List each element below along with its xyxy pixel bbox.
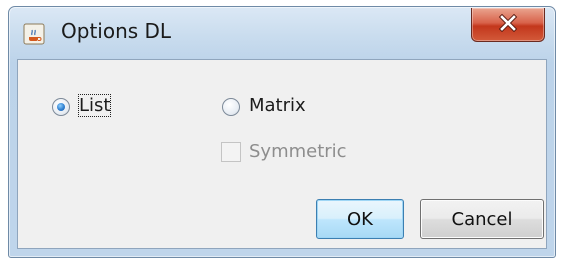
window-title: Options DL — [61, 19, 172, 43]
java-cup-icon — [23, 23, 45, 45]
symmetric-checkbox — [221, 142, 241, 162]
dialog-content: List Matrix Symmetric OK Cancel — [17, 59, 547, 249]
symmetric-checkbox-label: Symmetric — [249, 141, 347, 162]
dialog-window: Options DL List Matrix Symmetric OK Canc… — [8, 6, 556, 258]
close-icon — [498, 13, 518, 36]
close-button[interactable] — [471, 8, 545, 42]
list-radio-label[interactable]: List — [77, 94, 112, 117]
matrix-radio[interactable] — [222, 98, 240, 116]
cancel-button[interactable]: Cancel — [420, 199, 544, 239]
ok-button[interactable]: OK — [316, 199, 404, 239]
list-radio[interactable] — [52, 98, 70, 116]
title-bar[interactable]: Options DL — [9, 7, 555, 57]
matrix-radio-label[interactable]: Matrix — [249, 95, 306, 116]
